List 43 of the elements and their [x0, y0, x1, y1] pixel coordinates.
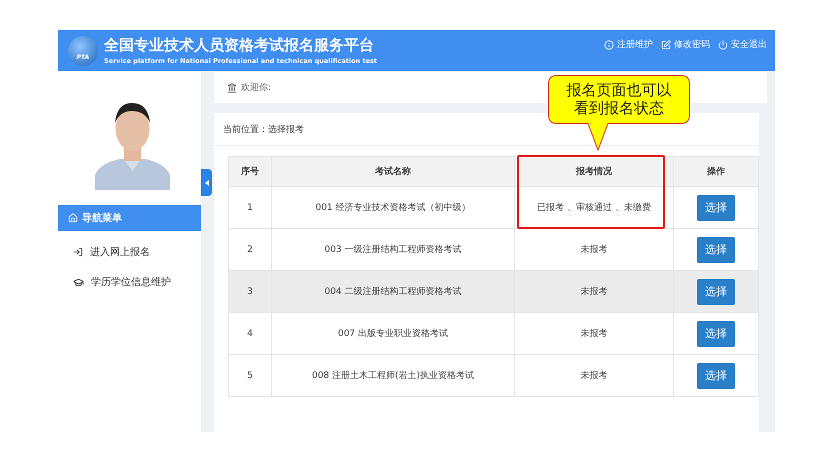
nav-menu-title: 导航菜单 [58, 205, 201, 231]
table-cell: 001 经济专业技术资格考试（初中级） [272, 187, 515, 229]
header-link[interactable]: 安全退出 [718, 38, 767, 51]
column-header: 报考情况 [515, 157, 674, 187]
table-cell: 2 [229, 229, 272, 271]
table-cell: 003 一级注册结构工程师资格考试 [272, 229, 515, 271]
table-cell: 未报考 [515, 271, 674, 313]
select-button[interactable]: 选择 [697, 320, 735, 346]
column-header: 操作 [674, 157, 759, 187]
select-button[interactable]: 选择 [697, 278, 735, 304]
info-icon [604, 40, 614, 50]
column-header: 序号 [229, 157, 272, 187]
collapse-handle[interactable] [201, 169, 212, 196]
select-button[interactable]: 选择 [697, 362, 735, 388]
welcome-text: 欢迎你: [241, 82, 272, 94]
bank-icon [227, 82, 237, 92]
site-title: 全国专业技术人员资格考试报名服务平台 [104, 36, 375, 55]
sidebar-item[interactable]: 进入网上报名 [58, 237, 201, 267]
column-header: 考试名称 [272, 157, 515, 187]
table-cell: 004 二级注册结构工程师资格考试 [272, 271, 515, 313]
table-cell: 008 注册土木工程师(岩土)执业资格考试 [272, 355, 515, 397]
select-button[interactable]: 选择 [697, 236, 735, 262]
callout-text: 报名页面也可以看到报名状态 [566, 81, 672, 117]
table-cell: 007 出版专业职业资格考试 [272, 313, 515, 355]
sidebar-item[interactable]: 学历学位信息维护 [58, 267, 201, 297]
table-cell: 已报考 、审核通过 、未缴费 [515, 187, 674, 229]
home-icon [68, 213, 78, 223]
header-link[interactable]: 注册维护 [604, 38, 653, 51]
graduation-cap-icon [73, 276, 84, 288]
table-cell: 5 [229, 355, 272, 397]
power-icon [718, 40, 728, 50]
table-cell: 未报考 [515, 313, 674, 355]
login-icon [73, 247, 83, 257]
select-button[interactable]: 选择 [697, 194, 735, 220]
table-cell: 未报考 [515, 229, 674, 271]
caret-icon [204, 180, 208, 186]
breadcrumb: 当前位置：选择报考 [223, 124, 304, 136]
table-cell: 未报考 [515, 355, 674, 397]
table-cell: 4 [229, 313, 272, 355]
table-cell: 3 [229, 271, 272, 313]
edit-icon [661, 40, 671, 50]
header-link[interactable]: 修改密码 [661, 38, 710, 51]
table-cell: 1 [229, 187, 272, 229]
